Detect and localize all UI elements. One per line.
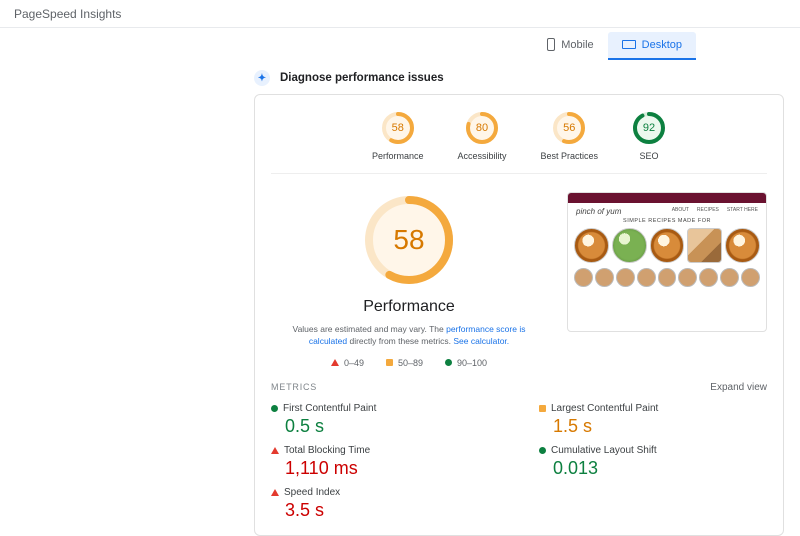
legend-poor-text: 0–49 <box>344 358 364 368</box>
metrics-grid: First Contentful Paint 0.5 s Largest Con… <box>271 403 767 521</box>
score-seo-value: 92 <box>632 111 666 145</box>
score-seo[interactable]: 92 SEO <box>632 111 666 161</box>
metric-cls-value: 0.013 <box>553 458 767 479</box>
legend-mid: 50–89 <box>386 358 423 368</box>
score-performance-label: Performance <box>372 151 424 161</box>
app-title: PageSpeed Insights <box>0 0 800 28</box>
metric-tbt[interactable]: Total Blocking Time 1,110 ms <box>271 445 499 479</box>
food-mini-icon <box>595 268 614 287</box>
triangle-red-icon <box>271 489 279 496</box>
thumb-nav-1: RECIPES <box>697 207 719 213</box>
food-mini-icon <box>741 268 760 287</box>
metric-lcp[interactable]: Largest Contentful Paint 1.5 s <box>539 403 767 437</box>
food-mini-icon <box>720 268 739 287</box>
metric-cls-label: Cumulative Layout Shift <box>551 445 657 456</box>
score-performance-value: 58 <box>381 111 415 145</box>
food-mini-icon <box>574 268 593 287</box>
metric-fcp-label: First Contentful Paint <box>283 403 376 414</box>
main-content: Mobile Desktop ✦ Diagnose performance is… <box>0 28 800 536</box>
circle-green-icon <box>271 405 278 412</box>
score-accessibility-value: 80 <box>465 111 499 145</box>
food-mini-icon <box>658 268 677 287</box>
score-best-practices-label: Best Practices <box>541 151 599 161</box>
page-screenshot-thumbnail: pinch of yum ABOUT RECIPES START HERE SI… <box>567 192 767 332</box>
score-accessibility-label: Accessibility <box>457 151 506 161</box>
score-best-practices[interactable]: 56 Best Practices <box>541 111 599 161</box>
diagnose-header-row: ✦ Diagnose performance issues <box>254 70 776 86</box>
metric-fcp-value: 0.5 s <box>285 416 499 437</box>
metric-tbt-label: Total Blocking Time <box>284 445 370 456</box>
diagnose-header: Diagnose performance issues <box>280 72 444 84</box>
metrics-header: METRICS <box>271 382 317 392</box>
metric-si-label: Speed Index <box>284 487 340 498</box>
food-image-icon <box>725 228 760 263</box>
score-accessibility[interactable]: 80 Accessibility <box>457 111 506 161</box>
triangle-red-icon <box>331 359 339 366</box>
thumb-nav-0: ABOUT <box>672 207 689 213</box>
legend-good-text: 90–100 <box>457 358 487 368</box>
performance-big-value: 58 <box>361 192 457 288</box>
metric-tbt-value: 1,110 ms <box>285 458 499 479</box>
performance-hero: 58 Performance Values are estimated and … <box>271 174 767 368</box>
note-pre: Values are estimated and may vary. The <box>293 324 447 334</box>
performance-gauge-block: 58 Performance Values are estimated and … <box>271 192 547 368</box>
score-legend: 0–49 50–89 90–100 <box>331 358 487 368</box>
device-tabs: Mobile Desktop <box>24 32 696 60</box>
food-image-icon <box>574 228 609 263</box>
tab-mobile[interactable]: Mobile <box>533 32 607 60</box>
thumb-topbar <box>568 193 766 203</box>
circle-green-icon <box>445 359 452 366</box>
food-image-icon <box>612 228 647 263</box>
thumb-subtitle: SIMPLE RECIPES MADE FOR <box>568 218 766 224</box>
food-mini-icon <box>678 268 697 287</box>
legend-mid-text: 50–89 <box>398 358 423 368</box>
tab-desktop-label: Desktop <box>642 39 682 51</box>
thumb-nav-2: START HERE <box>727 207 758 213</box>
flask-icon: ✦ <box>254 70 270 86</box>
legend-poor: 0–49 <box>331 358 364 368</box>
report-card: 58 Performance 80 Accessibility 56 Best … <box>254 94 784 536</box>
mobile-icon <box>547 38 555 51</box>
performance-note: Values are estimated and may vary. The p… <box>289 324 529 348</box>
food-mini-icon <box>616 268 635 287</box>
food-mini-icon <box>699 268 718 287</box>
expand-view-button[interactable]: Expand view <box>710 382 767 393</box>
thumb-food-row <box>568 228 766 263</box>
performance-title: Performance <box>363 298 455 316</box>
metric-cls[interactable]: Cumulative Layout Shift 0.013 <box>539 445 767 479</box>
food-image-icon <box>687 228 722 263</box>
tab-desktop[interactable]: Desktop <box>608 32 696 60</box>
thumb-logo: pinch of yum <box>568 203 629 218</box>
square-orange-icon <box>386 359 393 366</box>
metric-fcp[interactable]: First Contentful Paint 0.5 s <box>271 403 499 437</box>
food-image-icon <box>650 228 685 263</box>
performance-big-gauge: 58 <box>361 192 457 288</box>
legend-good: 90–100 <box>445 358 487 368</box>
thumb-nav: ABOUT RECIPES START HERE <box>664 207 766 215</box>
circle-green-icon <box>539 447 546 454</box>
note-mid: directly from these metrics. <box>347 336 453 346</box>
category-scores: 58 Performance 80 Accessibility 56 Best … <box>271 107 767 174</box>
note-link-calculator[interactable]: See calculator. <box>453 336 509 346</box>
metric-si-value: 3.5 s <box>285 500 499 521</box>
food-mini-icon <box>637 268 656 287</box>
triangle-red-icon <box>271 447 279 454</box>
metric-lcp-label: Largest Contentful Paint <box>551 403 658 414</box>
square-orange-icon <box>539 405 546 412</box>
score-seo-label: SEO <box>640 151 659 161</box>
metrics-header-row: METRICS Expand view <box>271 382 767 393</box>
score-performance[interactable]: 58 Performance <box>372 111 424 161</box>
desktop-icon <box>622 40 636 49</box>
score-best-practices-value: 56 <box>552 111 586 145</box>
metric-si[interactable]: Speed Index 3.5 s <box>271 487 499 521</box>
metric-lcp-value: 1.5 s <box>553 416 767 437</box>
tab-mobile-label: Mobile <box>561 39 593 51</box>
thumb-mini-row <box>568 263 766 287</box>
